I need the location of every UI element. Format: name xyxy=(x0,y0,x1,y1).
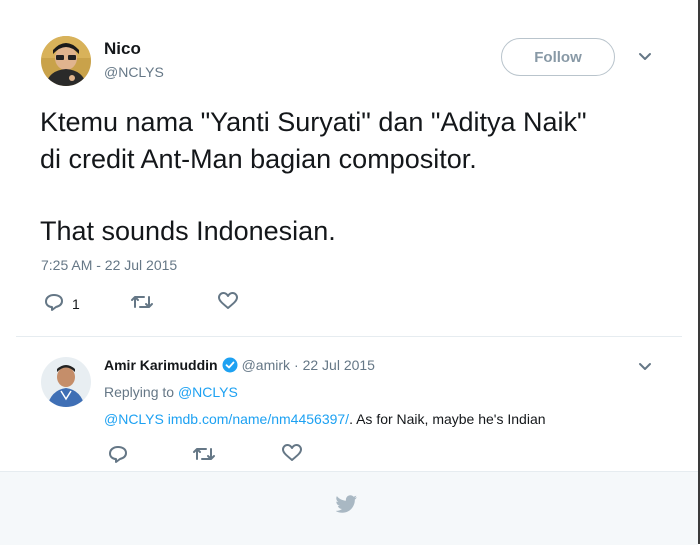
tweet-text-line: That sounds Indonesian. xyxy=(40,216,336,246)
replying-to: Replying to @NCLYS xyxy=(104,384,238,400)
tweet-text: Ktemu nama "Yanti Suryati" dan "Aditya N… xyxy=(40,104,680,250)
follow-button[interactable]: Follow xyxy=(501,38,615,76)
replying-to-label: Replying to xyxy=(104,384,175,400)
reply-author-name[interactable]: Amir Karimuddin xyxy=(104,357,218,373)
reply-reply-icon[interactable] xyxy=(108,444,128,469)
divider xyxy=(16,336,682,337)
footer-bar xyxy=(0,471,698,545)
retweet-icon[interactable] xyxy=(130,293,154,316)
reply-like-icon[interactable] xyxy=(282,444,302,467)
reply-link[interactable]: imdb.com/name/nm4456397/ xyxy=(168,411,349,427)
reply-retweet-icon[interactable] xyxy=(192,445,216,468)
chevron-down-icon[interactable] xyxy=(638,52,652,62)
chevron-down-icon[interactable] xyxy=(638,362,652,372)
reply-date[interactable]: · 22 Jul 2015 xyxy=(294,357,375,373)
tweet-timestamp[interactable]: 7:25 AM - 22 Jul 2015 xyxy=(41,257,177,273)
reply-count: 1 xyxy=(72,295,80,312)
reply-icon xyxy=(44,292,64,315)
reply-action[interactable]: 1 xyxy=(44,292,80,315)
tweet-text-line: Ktemu nama "Yanti Suryati" dan "Aditya N… xyxy=(40,107,587,137)
reply-text: @NCLYS imdb.com/name/nm4456397/. As for … xyxy=(104,411,546,427)
like-icon[interactable] xyxy=(218,292,238,315)
reply-author-avatar[interactable] xyxy=(41,357,91,407)
reply-header: Amir Karimuddin @amirk · 22 Jul 2015 xyxy=(104,357,375,373)
reply-mention[interactable]: @NCLYS xyxy=(104,411,164,427)
author-name[interactable]: Nico xyxy=(104,39,141,59)
reply-author-handle[interactable]: @amirk xyxy=(242,357,290,373)
reply-text-rest: . As for Naik, maybe he's Indian xyxy=(349,411,546,427)
twitter-bird-icon xyxy=(335,495,358,518)
author-handle[interactable]: @NCLYS xyxy=(104,64,164,80)
author-avatar[interactable] xyxy=(41,36,91,86)
replying-to-handle[interactable]: @NCLYS xyxy=(178,384,238,400)
tweet-text-line: di credit Ant-Man bagian compositor. xyxy=(40,144,477,174)
verified-icon xyxy=(222,357,238,373)
